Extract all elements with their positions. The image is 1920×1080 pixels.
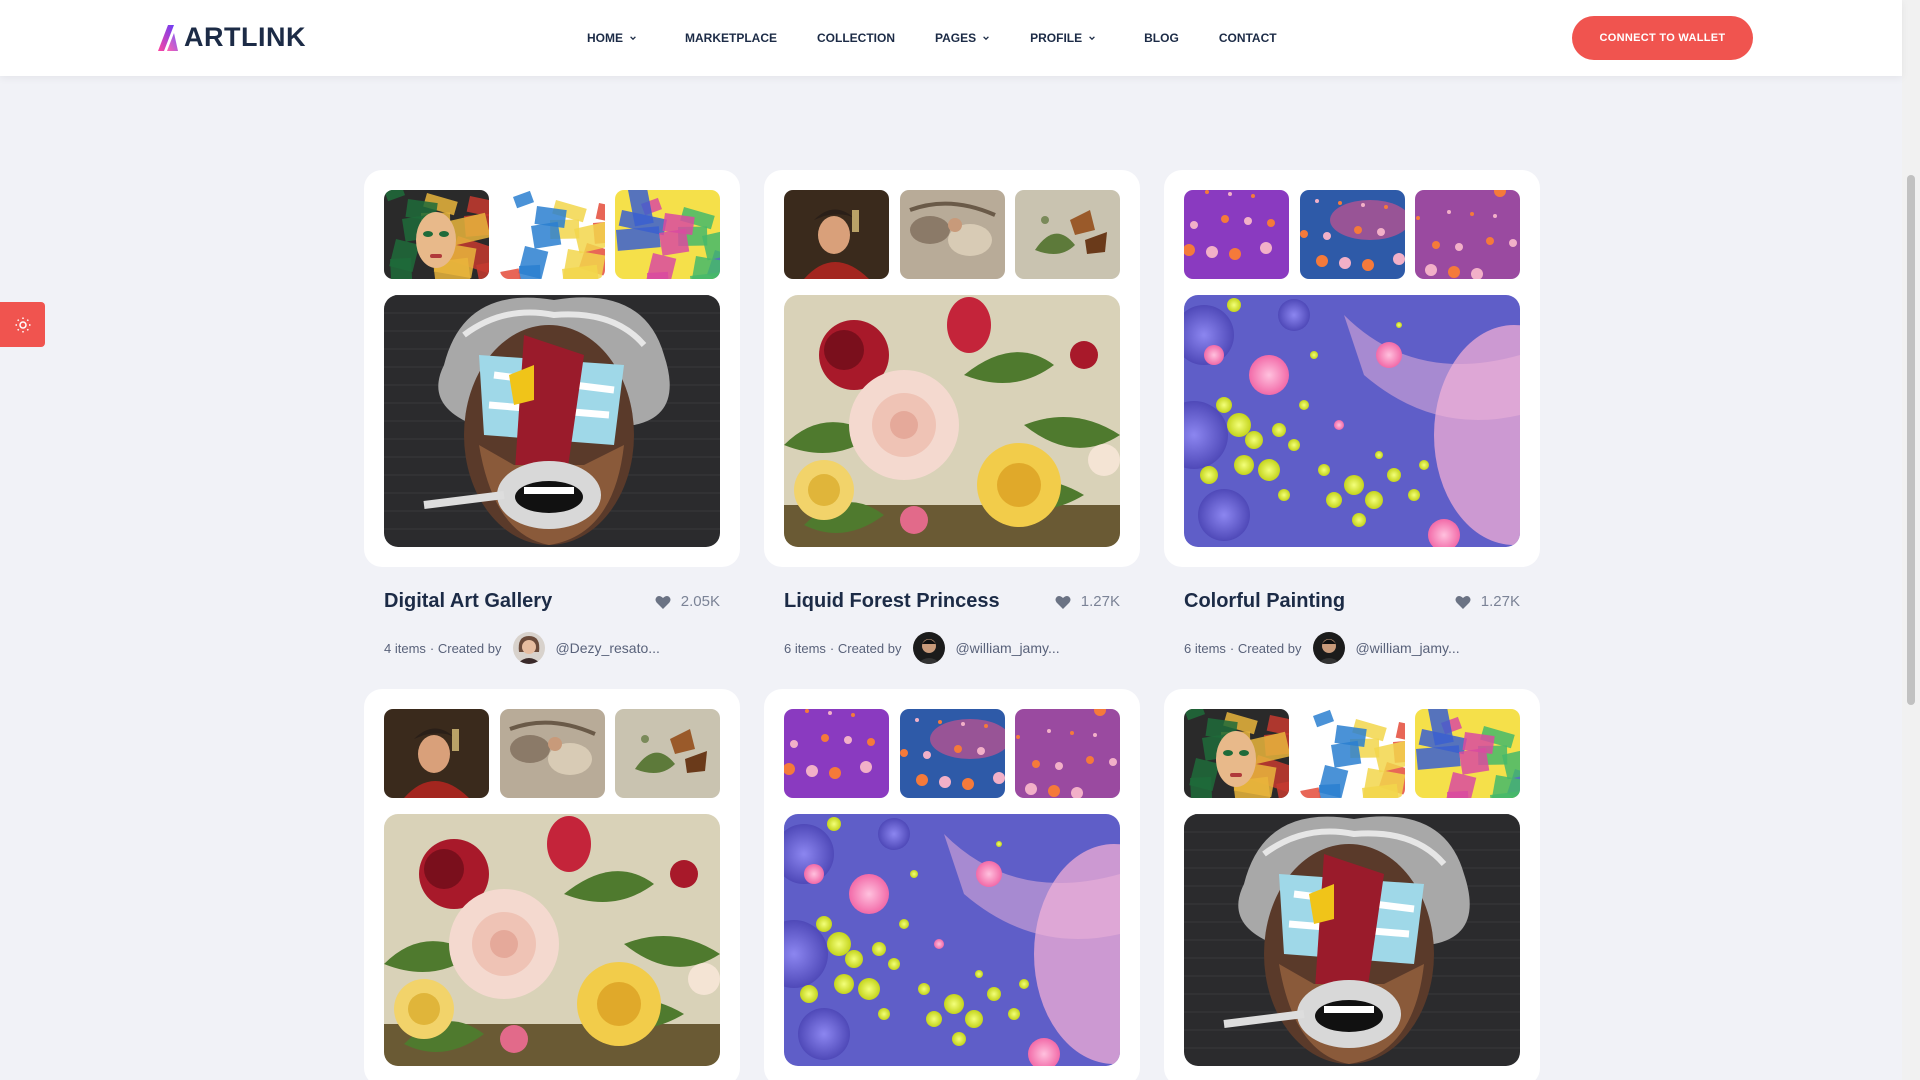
cavalier-painting-thumb[interactable] (784, 190, 889, 279)
card-meta: Liquid Forest Princess 1.27K (764, 590, 1140, 613)
heart-icon[interactable] (1055, 595, 1071, 609)
butterfly-still-life-thumb[interactable] (615, 709, 720, 798)
page-scrollbar[interactable] (1902, 0, 1920, 1080)
main-nav: HOME MARKETPLACE COLLECTION PAGES PROFILE BLO… (587, 0, 1277, 76)
collection-card[interactable]: Digital Art Gallery 2.05K 4 items · Created… (364, 170, 740, 664)
card-image-panel[interactable] (1164, 170, 1540, 567)
nav-collection[interactable]: COLLECTION (817, 31, 895, 45)
chevron-down-icon (630, 36, 636, 41)
nav-label: BLOG (1144, 31, 1179, 45)
creator-row: 4 items · Created by @Dezy_resato... (364, 632, 740, 664)
card-meta: Digital Art Gallery 2.05K (364, 590, 740, 613)
cavalier-painting-thumb[interactable] (384, 709, 489, 798)
like-count: 2.05K (680, 593, 720, 610)
theme-toggle-button[interactable] (0, 302, 45, 347)
card-image-panel[interactable] (764, 170, 1140, 567)
card-image-panel[interactable] (364, 689, 740, 1080)
collection-cover-image[interactable] (784, 814, 1120, 1066)
nav-pages[interactable]: PAGES (935, 31, 990, 45)
creator-handle[interactable]: @william_jamy... (1355, 640, 1459, 656)
nav-profile[interactable]: PROFILE (1030, 31, 1096, 45)
nav-label: MARKETPLACE (685, 31, 777, 45)
nav-label: CONTACT (1218, 31, 1277, 45)
thumbnail-row (784, 709, 1120, 798)
nav-home[interactable]: HOME (587, 31, 637, 45)
violet-beads-thumb[interactable] (1015, 709, 1120, 798)
item-count: 4 items (384, 640, 426, 656)
butterfly-still-life-thumb[interactable] (1015, 190, 1120, 279)
collection-cover-image[interactable] (1184, 295, 1520, 547)
thumbnail-row (384, 190, 720, 279)
item-count: 6 items (1184, 640, 1226, 656)
logo-mark-icon (158, 24, 178, 51)
collection-card[interactable]: Liquid Forest Princess 1.27K 6 items · Crea… (764, 170, 1140, 664)
creator-avatar[interactable] (513, 632, 546, 664)
like-counter[interactable]: 1.27K (1455, 593, 1520, 610)
nav-label: HOME (587, 31, 623, 45)
nav-label: PAGES (935, 31, 977, 45)
scrollbar-thumb[interactable] (1907, 175, 1915, 705)
creator-avatar[interactable] (1313, 632, 1346, 664)
creator-handle[interactable]: @william_jamy... (955, 640, 1059, 656)
nav-label: PROFILE (1030, 31, 1083, 45)
graffiti-letters-thumb[interactable] (499, 190, 605, 279)
graffiti-characters-thumb[interactable] (1415, 709, 1520, 798)
brand-logo[interactable]: ARTLINK (156, 22, 306, 53)
fresco-painting-thumb[interactable] (899, 190, 1005, 279)
like-counter[interactable]: 1.27K (1055, 593, 1120, 610)
creator-row: 6 items · Created by @william_jamy... (764, 632, 1140, 664)
graffiti-letters-thumb[interactable] (1299, 709, 1405, 798)
thumbnail-row (784, 190, 1120, 279)
nav-marketplace[interactable]: MARKETPLACE (685, 31, 777, 45)
blue-pink-paint-thumb[interactable] (899, 709, 1005, 798)
collection-title[interactable]: Liquid Forest Princess (784, 590, 1000, 613)
like-count: 1.27K (1080, 593, 1120, 610)
collection-cover-image[interactable] (1184, 814, 1520, 1066)
fresco-painting-thumb[interactable] (499, 709, 605, 798)
thumbnail-row (1184, 709, 1520, 798)
collection-card[interactable] (364, 689, 740, 1080)
street-portrait-thumb[interactable] (1184, 709, 1289, 798)
creator-row: 6 items · Created by @william_jamy... (1164, 632, 1540, 664)
creator-handle[interactable]: @Dezy_resato... (555, 640, 659, 656)
card-image-panel[interactable] (764, 689, 1140, 1080)
purple-beads-thumb[interactable] (784, 709, 889, 798)
created-by-label: · Created by (829, 640, 902, 656)
brand-name: ARTLINK (184, 22, 306, 52)
nav-contact[interactable]: CONTACT (1219, 31, 1277, 45)
collection-card[interactable] (764, 689, 1140, 1080)
item-count: 6 items (784, 640, 826, 656)
created-by-label: · Created by (1229, 640, 1302, 656)
collection-title[interactable]: Colorful Painting (1184, 590, 1345, 613)
purple-beads-thumb[interactable] (1184, 190, 1289, 279)
nav-blog[interactable]: BLOG (1144, 31, 1179, 45)
blue-pink-paint-thumb[interactable] (1299, 190, 1405, 279)
collection-cover-image[interactable] (784, 295, 1120, 547)
chevron-down-icon (1089, 36, 1095, 41)
collection-card[interactable] (1164, 689, 1540, 1080)
like-counter[interactable]: 2.05K (655, 593, 720, 610)
nav-label: COLLECTION (817, 31, 895, 45)
collection-title[interactable]: Digital Art Gallery (384, 590, 552, 613)
collection-card[interactable]: Colorful Painting 1.27K 6 items · Created b… (1164, 170, 1540, 664)
site-header: ARTLINK HOME MARKETPLACE COLLECTION PAGES PR… (0, 0, 1902, 76)
street-portrait-thumb[interactable] (384, 190, 489, 279)
thumbnail-row (384, 709, 720, 798)
card-image-panel[interactable] (1164, 689, 1540, 1080)
created-by-label: · Created by (429, 640, 502, 656)
graffiti-characters-thumb[interactable] (615, 190, 720, 279)
thumbnail-row (1184, 190, 1520, 279)
violet-beads-thumb[interactable] (1415, 190, 1520, 279)
heart-icon[interactable] (655, 595, 671, 609)
creator-avatar[interactable] (913, 632, 946, 664)
connect-wallet-button[interactable]: CONNECT TO WALLET (1572, 16, 1753, 60)
card-meta: Colorful Painting 1.27K (1164, 590, 1540, 613)
collection-cover-image[interactable] (384, 295, 720, 547)
heart-icon[interactable] (1455, 595, 1471, 609)
card-image-panel[interactable] (364, 170, 740, 567)
sun-icon (15, 317, 30, 332)
collection-cover-image[interactable] (384, 814, 720, 1066)
chevron-down-icon (983, 36, 989, 41)
like-count: 1.27K (1480, 593, 1520, 610)
